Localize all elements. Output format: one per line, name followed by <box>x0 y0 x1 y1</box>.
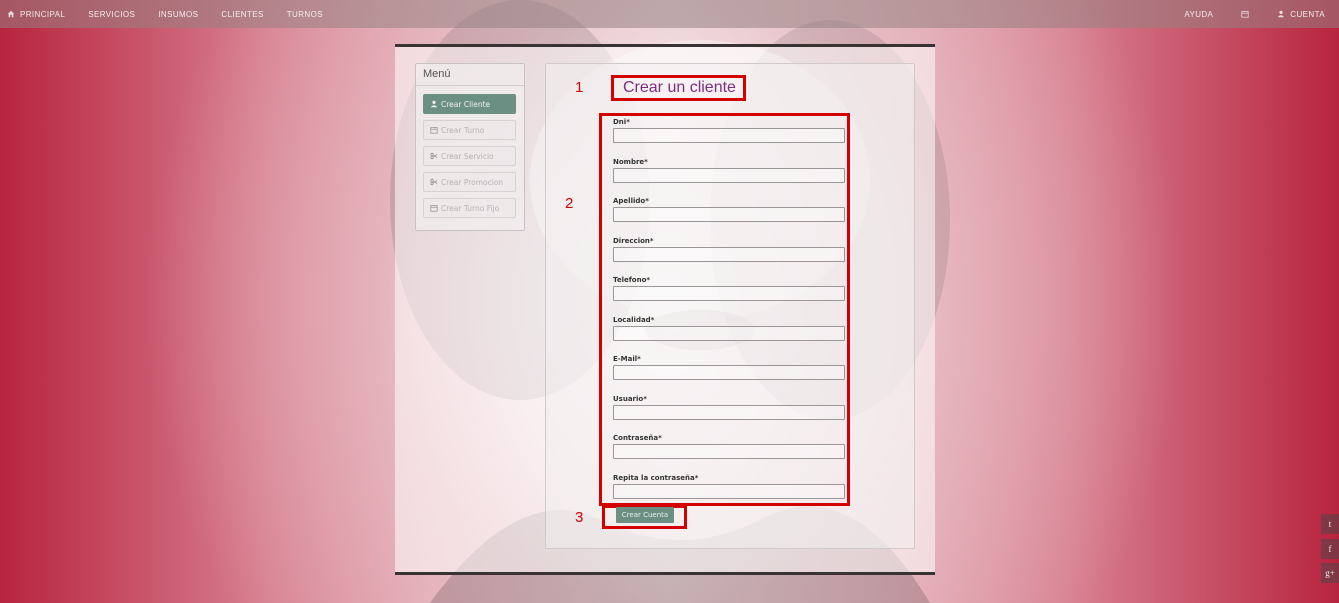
field-label-contrasena: Contraseña* <box>613 434 662 442</box>
menu-item-label: Crear Promocion <box>441 178 503 187</box>
nav-calendar[interactable] <box>1241 10 1249 18</box>
field-label-nombre: Nombre* <box>613 158 648 166</box>
nav-turnos[interactable]: TURNOS <box>287 10 323 19</box>
annotation-marker-2: 2 <box>565 195 573 212</box>
email-input[interactable] <box>613 365 845 380</box>
menu-item-crear-promocion[interactable]: Crear Promocion <box>423 172 516 192</box>
scissors-icon <box>430 178 438 186</box>
direccion-input[interactable] <box>613 247 845 262</box>
calendar-icon <box>430 126 438 134</box>
user-icon <box>1277 10 1285 18</box>
field-label-direccion: Direccion* <box>613 237 654 245</box>
nav-principal-label: PRINCIPAL <box>20 10 65 19</box>
main-panel: Menú Crear Cliente Crear Turno Crear Ser… <box>395 44 935 575</box>
dni-input[interactable] <box>613 128 845 143</box>
repeat-password-input[interactable] <box>613 484 845 499</box>
scissors-icon <box>430 152 438 160</box>
menu-item-crear-turno[interactable]: Crear Turno <box>423 120 516 140</box>
field-label-telefono: Telefono* <box>613 276 650 284</box>
google-plus-icon[interactable]: g+ <box>1321 563 1339 583</box>
nav-servicios-label: SERVICIOS <box>88 10 135 19</box>
menu-item-label: Crear Servicio <box>441 152 494 161</box>
nav-ayuda-label: AYUDA <box>1184 10 1213 19</box>
nav-insumos[interactable]: INSUMOS <box>158 10 198 19</box>
localidad-input[interactable] <box>613 326 845 341</box>
twitter-icon[interactable]: t <box>1321 514 1339 534</box>
side-menu: Menú Crear Cliente Crear Turno Crear Ser… <box>415 63 525 231</box>
menu-item-crear-servicio[interactable]: Crear Servicio <box>423 146 516 166</box>
field-label-repita-contrasena: Repita la contraseña* <box>613 474 698 482</box>
password-input[interactable] <box>613 444 845 459</box>
nav-ayuda[interactable]: AYUDA <box>1184 10 1213 19</box>
nav-principal[interactable]: PRINCIPAL <box>7 10 65 19</box>
nav-insumos-label: INSUMOS <box>158 10 198 19</box>
field-label-localidad: Localidad* <box>613 316 654 324</box>
nav-servicios[interactable]: SERVICIOS <box>88 10 135 19</box>
nav-cuenta-label: CUENTA <box>1290 10 1325 19</box>
field-label-email: E-Mail* <box>613 355 641 363</box>
nav-cuenta[interactable]: CUENTA <box>1277 10 1325 19</box>
menu-item-label: Crear Turno <box>441 126 484 135</box>
menu-item-crear-cliente[interactable]: Crear Cliente <box>423 94 516 114</box>
menu-item-label: Crear Cliente <box>441 100 490 109</box>
annotation-marker-3: 3 <box>575 509 583 526</box>
form-title: Crear un cliente <box>623 79 736 97</box>
home-icon <box>7 10 15 18</box>
nav-turnos-label: TURNOS <box>287 10 323 19</box>
apellido-input[interactable] <box>613 207 845 222</box>
menu-title: Menú <box>416 64 524 86</box>
nav-clientes[interactable]: CLIENTES <box>221 10 263 19</box>
crear-cuenta-button[interactable]: Crear Cuenta <box>616 507 674 523</box>
field-label-dni: Dni* <box>613 118 630 126</box>
nav-clientes-label: CLIENTES <box>221 10 263 19</box>
calendar-icon <box>430 204 438 212</box>
facebook-icon[interactable]: f <box>1321 539 1339 559</box>
calendar-icon <box>1241 10 1249 18</box>
annotation-marker-1: 1 <box>575 79 583 96</box>
field-label-apellido: Apellido* <box>613 197 649 205</box>
telefono-input[interactable] <box>613 286 845 301</box>
user-icon <box>430 100 438 108</box>
usuario-input[interactable] <box>613 405 845 420</box>
top-navbar: PRINCIPAL SERVICIOS INSUMOS CLIENTES TUR… <box>0 0 1339 28</box>
nombre-input[interactable] <box>613 168 845 183</box>
field-label-usuario: Usuario* <box>613 395 647 403</box>
menu-item-crear-turno-fijo[interactable]: Crear Turno Fijo <box>423 198 516 218</box>
menu-item-label: Crear Turno Fijo <box>441 204 499 213</box>
